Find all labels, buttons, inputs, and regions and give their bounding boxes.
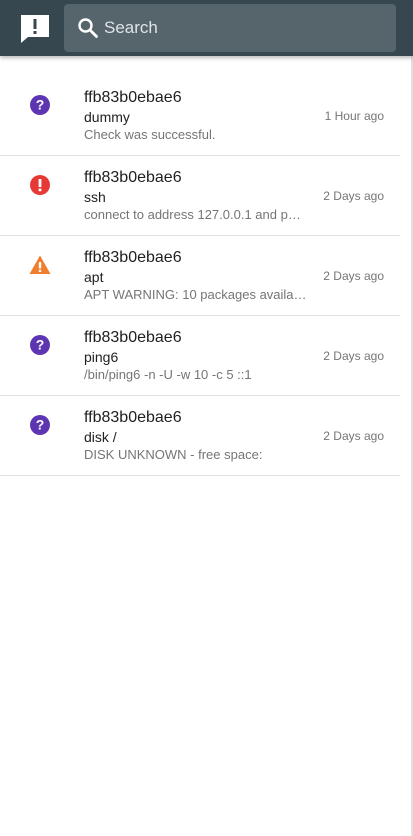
entity-name: ffb83b0ebae6	[84, 169, 182, 186]
check-output: DISK UNKNOWN - free space:	[84, 447, 263, 462]
event-timestamp: 1 Hour ago	[324, 109, 384, 123]
event-row[interactable]: ffb83b0ebae6 ssh connect to address 127.…	[0, 156, 400, 236]
event-row[interactable]: ? ffb83b0ebae6 disk / DISK UNKNOWN - fre…	[0, 396, 400, 476]
check-name: dummy	[84, 109, 130, 125]
warning-icon	[29, 254, 51, 276]
svg-text:?: ?	[36, 417, 45, 433]
check-output: connect to address 127.0.0.1 and port 22…	[84, 207, 308, 222]
event-list: ? ffb83b0ebae6 dummy Check was successfu…	[0, 76, 400, 476]
svg-text:?: ?	[36, 337, 45, 353]
event-timestamp: 2 Days ago	[323, 429, 384, 443]
event-row[interactable]: ? ffb83b0ebae6 dummy Check was successfu…	[0, 76, 400, 156]
event-row[interactable]: ffb83b0ebae6 apt APT WARNING: 10 package…	[0, 236, 400, 316]
app-window: ? ffb83b0ebae6 dummy Check was successfu…	[0, 0, 413, 836]
event-timestamp: 2 Days ago	[323, 189, 384, 203]
check-output: Check was successful.	[84, 127, 216, 142]
question-icon: ?	[29, 334, 51, 356]
entity-name: ffb83b0ebae6	[84, 89, 182, 106]
error-icon	[29, 174, 51, 196]
search-input[interactable]	[104, 4, 384, 52]
event-timestamp: 2 Days ago	[323, 349, 384, 363]
event-row[interactable]: ? ffb83b0ebae6 ping6 /bin/ping6 -n -U -w…	[0, 316, 400, 396]
entity-name: ffb83b0ebae6	[84, 329, 182, 346]
svg-text:?: ?	[36, 97, 45, 113]
check-name: disk /	[84, 429, 117, 445]
event-timestamp: 2 Days ago	[323, 269, 384, 283]
alert-bubble-logo-icon[interactable]	[18, 12, 52, 46]
question-icon: ?	[29, 94, 51, 116]
check-output: /bin/ping6 -n -U -w 10 -c 5 ::1	[84, 367, 252, 382]
search-box[interactable]	[64, 4, 396, 52]
entity-name: ffb83b0ebae6	[84, 249, 182, 266]
search-icon	[77, 17, 99, 39]
entity-name: ffb83b0ebae6	[84, 409, 182, 426]
question-icon: ?	[29, 414, 51, 436]
check-name: apt	[84, 269, 104, 285]
check-name: ssh	[84, 189, 106, 205]
app-bar	[0, 0, 413, 56]
check-name: ping6	[84, 349, 119, 365]
check-output: APT WARNING: 10 packages available for u…	[84, 287, 308, 302]
